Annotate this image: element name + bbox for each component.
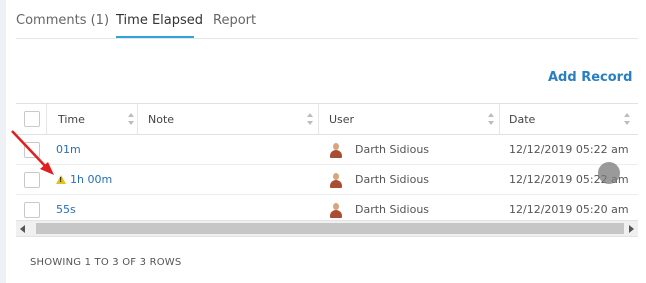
scroll-right-icon[interactable] [629,225,634,233]
tab-report[interactable]: Report [213,13,256,28]
user-name: Darth Sidious [355,173,430,186]
scrollbar-thumb[interactable] [36,223,624,234]
table-row: 01m Darth Sidious 12/12/2019 05:22 am [16,135,638,165]
sort-user-icon[interactable] [488,113,495,125]
sort-date-icon[interactable] [624,113,631,125]
avatar [329,172,343,188]
add-record-button[interactable]: Add Record [548,70,632,85]
tab-bar: Comments (1) Time Elapsed Report [16,0,638,39]
column-header-user[interactable]: User [329,104,354,134]
date-cell: 12/12/2019 05:22 am [509,143,629,156]
horizontal-scrollbar[interactable] [16,220,638,237]
user-name: Darth Sidious [355,143,430,156]
user-cell: Darth Sidious [329,135,429,164]
user-name: Darth Sidious [355,203,430,216]
column-header-note[interactable]: Note [148,104,174,134]
time-elapsed-table: Time Note User Date 01m Darth Sidious 12… [16,103,638,225]
user-cell: Darth Sidious [329,165,429,194]
annotation-arrow-icon [11,130,54,175]
row-checkbox[interactable] [24,201,40,218]
tab-time-elapsed[interactable]: Time Elapsed [116,13,203,28]
scroll-left-icon[interactable] [20,225,25,233]
column-divider [137,104,138,134]
column-divider [499,104,500,134]
column-header-date[interactable]: Date [509,104,535,134]
avatar [329,202,343,218]
column-divider [318,104,319,134]
sort-time-icon[interactable] [128,113,135,125]
avatar [329,142,343,158]
sort-note-icon[interactable] [307,113,314,125]
cursor-indicator [598,162,620,184]
pagination-info: SHOWING 1 TO 3 OF 3 ROWS [30,257,182,268]
active-tab-indicator [116,36,194,38]
table-header-row: Time Note User Date [16,103,638,135]
table-row: 1h 00m Darth Sidious 12/12/2019 05:22 am [16,165,638,195]
